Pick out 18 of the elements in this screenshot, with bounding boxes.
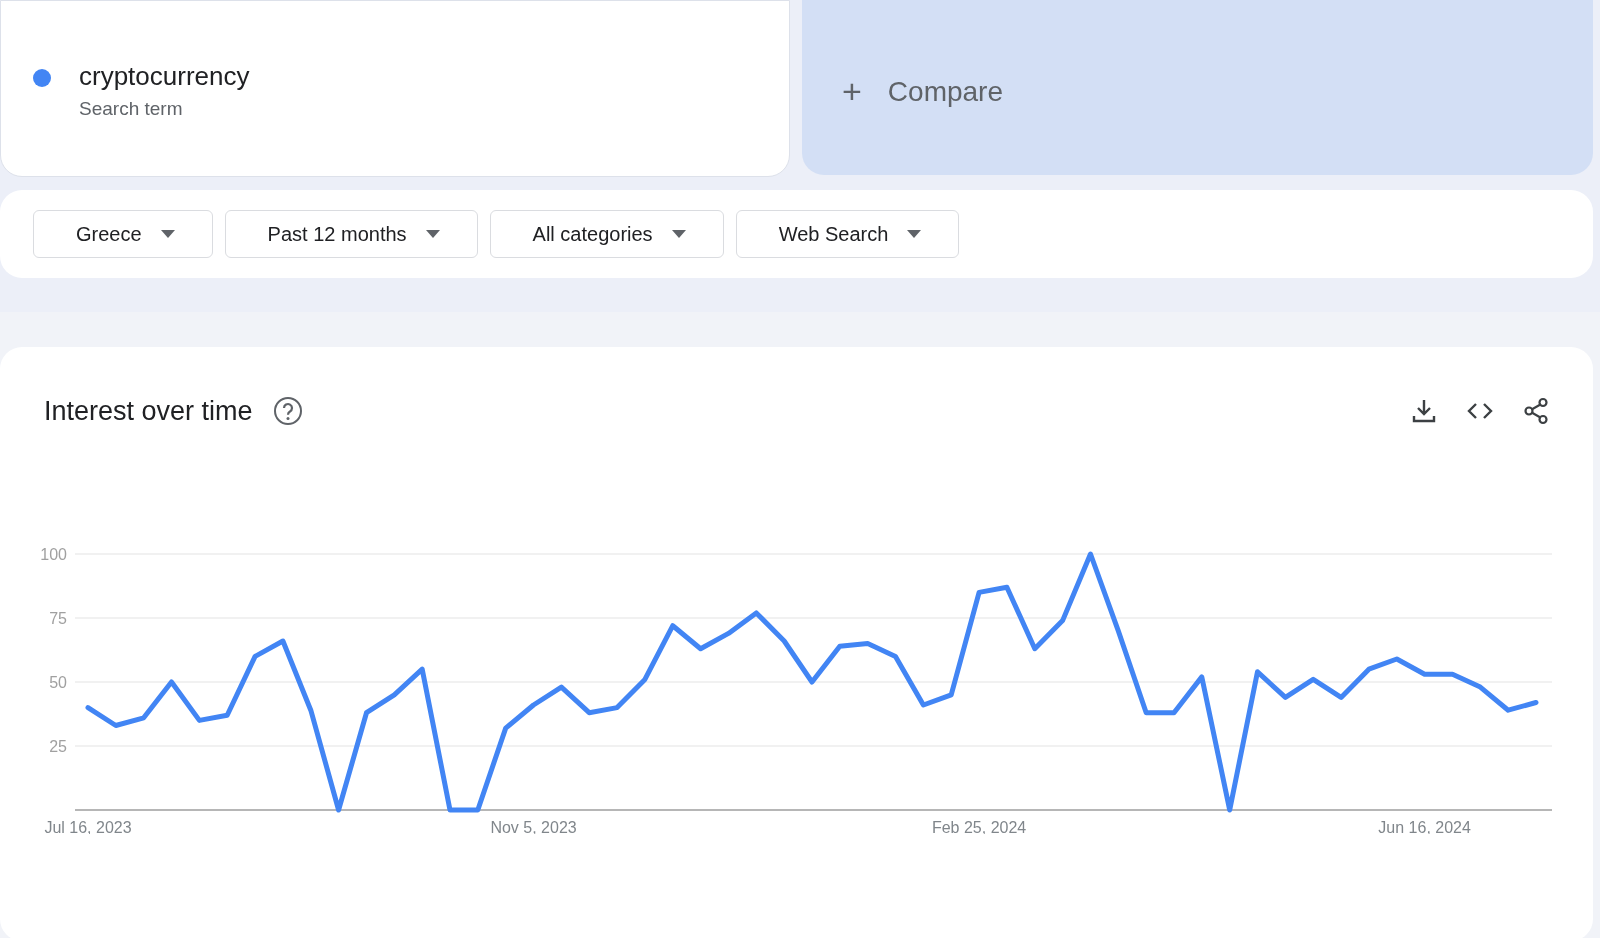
y-axis-label: 25 bbox=[49, 738, 67, 755]
search-term[interactable]: cryptocurrency bbox=[79, 61, 250, 92]
search-term-type: Search term bbox=[79, 98, 184, 120]
chart-title: Interest over time bbox=[44, 395, 253, 427]
caret-icon bbox=[670, 229, 687, 239]
y-axis-label: 75 bbox=[49, 610, 67, 627]
caret-icon bbox=[424, 229, 441, 239]
y-axis-label: 100 bbox=[40, 546, 67, 563]
filter-dropdown[interactable]: All categories bbox=[489, 210, 724, 258]
y-axis-label: 50 bbox=[49, 674, 67, 691]
help-icon[interactable] bbox=[272, 396, 303, 426]
share-icon[interactable] bbox=[1521, 396, 1551, 426]
filter-dropdown[interactable]: Web Search bbox=[735, 210, 960, 258]
filter-dropdown[interactable]: Greece bbox=[33, 210, 213, 258]
caret-icon bbox=[159, 229, 176, 239]
caret-icon bbox=[906, 229, 923, 239]
compare-button[interactable]: + Compare bbox=[842, 72, 1004, 111]
filter-dropdown[interactable]: Past 12 months bbox=[224, 210, 478, 258]
